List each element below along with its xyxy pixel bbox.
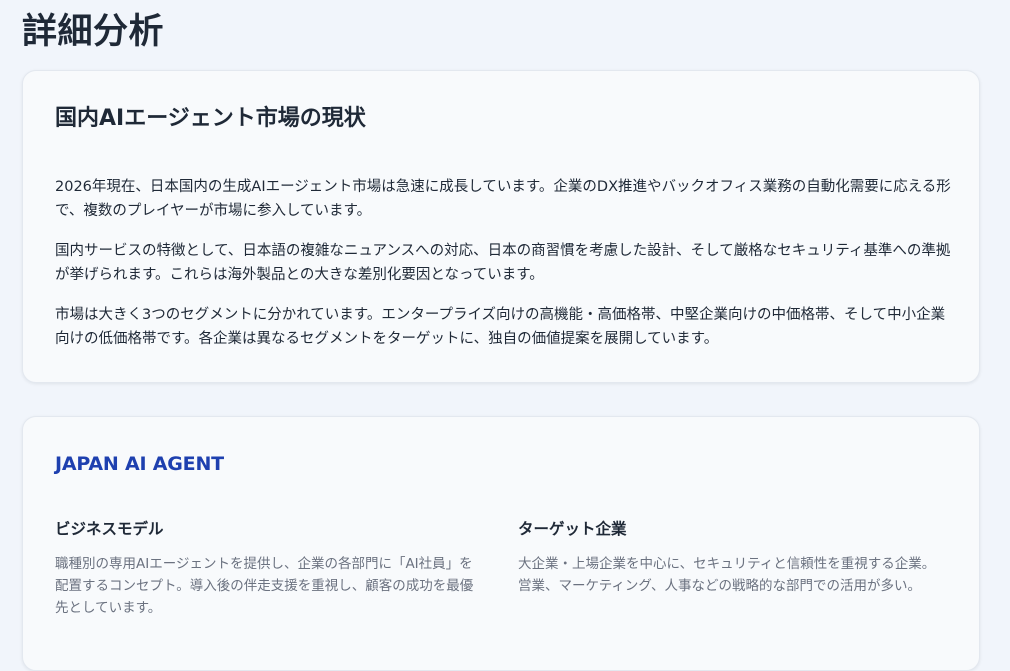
market-paragraph-2: 国内サービスの特徴として、日本語の複雑なニュアンスへの対応、日本の商習慣を考慮し… (55, 243, 951, 283)
company-card: JAPAN AI AGENT ビジネスモデル 職種別の専用AIエージェントを提供… (22, 416, 980, 671)
target-body: 大企業・上場企業を中心に、セキュリティと信頼性を重視する企業。営業、マーケティン… (518, 556, 936, 594)
market-paragraph-3: 市場は大きく3つのセグメントに分かれています。エンタープライズ向けの高機能・高価… (55, 307, 946, 347)
business-model-section: ビジネスモデル 職種別の専用AIエージェントを提供し、企業の各部門に「AI社員」… (55, 515, 480, 619)
page-title: 詳細分析 (22, 12, 165, 52)
business-model-title: ビジネスモデル (55, 520, 164, 538)
company-name: JAPAN AI AGENT (55, 453, 224, 475)
market-paragraph-1: 2026年現在、日本国内の生成AIエージェント市場は急速に成長しています。企業の… (55, 179, 951, 219)
target-section: ターゲット企業 大企業・上場企業を中心に、セキュリティと信頼性を重視する企業。営… (518, 515, 943, 597)
target-title: ターゲット企業 (518, 520, 627, 538)
market-overview-card: 国内AIエージェント市場の現状 2026年現在、日本国内の生成AIエージェント市… (22, 70, 980, 383)
market-overview-heading: 国内AIエージェント市場の現状 (55, 106, 366, 131)
business-model-body: 職種別の専用AIエージェントを提供し、企業の各部門に「AI社員」を配置するコンセ… (55, 556, 474, 616)
